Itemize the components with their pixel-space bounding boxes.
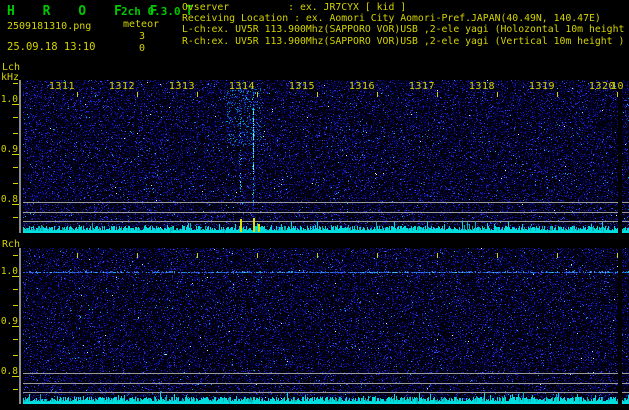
lch-config-line: L-ch:ex. UV5R 113.900Mhz(SAPPORO VOR)USB…	[182, 24, 625, 36]
app-version: 2ch 0.3.0	[121, 5, 181, 18]
rch-freq-minor-tick	[13, 355, 18, 356]
rch-freq-major-tick	[12, 276, 19, 277]
lch-axis-line	[19, 80, 21, 233]
datetime-stamp: 25.09.18 13:10	[7, 41, 96, 53]
lch-freq-minor-tick	[13, 117, 18, 118]
rch-axis-line	[19, 248, 21, 404]
mode-label: meteor	[123, 19, 160, 30]
lch-freq-major-tick	[12, 104, 19, 105]
time-label: 1319	[528, 81, 555, 92]
output-filename: 2509181310.png	[7, 21, 92, 32]
lch-spectrogram	[23, 80, 629, 233]
time-label: 1318	[468, 81, 495, 92]
rch-freq-minor-tick	[13, 255, 18, 256]
rch-config-line: R-ch:ex. UV5R 113.900Mhz(SAPPORO VOR)USB…	[182, 35, 625, 47]
lch-freq-major-tick	[12, 154, 19, 155]
meteor-count-rch: 0	[139, 43, 146, 54]
time-label: 1320	[588, 81, 615, 92]
time-label: 1313	[168, 81, 195, 92]
lch-freq-minor-tick	[13, 83, 18, 84]
observer-line: Ovserver : ex. JR7CYX [ kid ]	[182, 2, 407, 13]
rch-freq-minor-tick	[13, 289, 18, 290]
meteor-count-lch: 3	[139, 31, 146, 42]
location-line: Receiving Location : ex. Aomori City Aom…	[182, 13, 601, 25]
time-label: 1317	[408, 81, 435, 92]
rch-freq-major-tick	[12, 326, 19, 327]
time-label: 1315	[288, 81, 315, 92]
time-label: 1314	[228, 81, 255, 92]
rch-axis-label: Rch	[2, 239, 21, 250]
time-label-partial: 10	[611, 81, 625, 92]
hrofft-screen: H R O F F T 2ch 0.3.0 2509181310.png met…	[0, 0, 629, 410]
lch-freq-minor-tick	[13, 167, 18, 168]
khz-unit-label: kHz	[1, 72, 20, 83]
rch-freq-minor-tick	[13, 339, 18, 340]
rch-freq-major-tick	[12, 376, 19, 377]
lch-freq-minor-tick	[13, 217, 18, 218]
rch-spectrogram	[23, 248, 629, 404]
rch-freq-minor-tick	[13, 389, 18, 390]
time-label: 1312	[108, 81, 135, 92]
time-label: 1311	[48, 81, 75, 92]
lch-freq-minor-tick	[13, 133, 18, 134]
time-label: 1316	[348, 81, 375, 92]
rch-freq-minor-tick	[13, 305, 18, 306]
lch-freq-minor-tick	[13, 183, 18, 184]
station-info-block: Ovserver : ex. JR7CYX [ kid ] Receiving …	[182, 2, 624, 47]
lch-freq-major-tick	[12, 204, 19, 205]
